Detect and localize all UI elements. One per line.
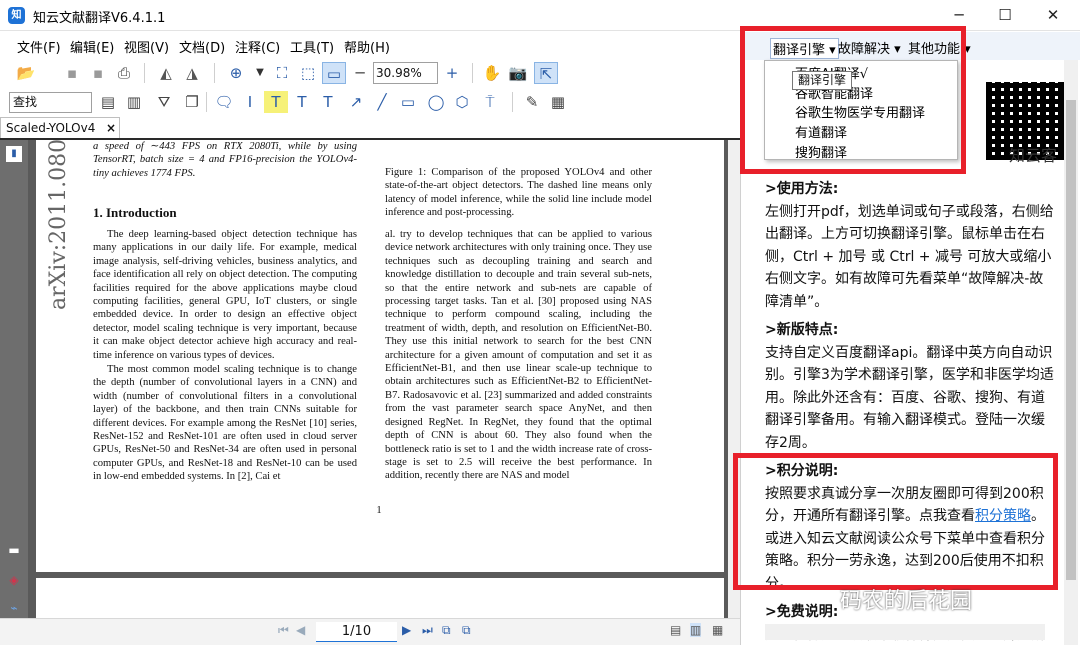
watermark: 码农的后花园 (840, 589, 973, 614)
copy-icon[interactable]: ❐ (180, 91, 204, 113)
toolbar-separator (214, 63, 215, 83)
arrow-icon[interactable]: ↗ (344, 91, 368, 113)
page-history-forward-icon[interactable]: ⧉ (462, 623, 471, 638)
figure-caption: Figure 1: Comparison of the proposed YOL… (385, 167, 652, 219)
two-page-icon[interactable]: ▦ (712, 623, 723, 637)
fit-page-icon[interactable]: ⛶ (270, 62, 294, 84)
menu-annotation[interactable]: 注释(C) (235, 37, 280, 56)
tab-label: Scaled-YOLOv4 (6, 121, 96, 135)
save-all-icon[interactable]: ▪ (86, 62, 110, 84)
stamp-icon[interactable]: ⍑ (478, 91, 502, 113)
comment-icon[interactable]: 🗨 (212, 91, 236, 113)
layers-icon[interactable]: ◈ (6, 572, 22, 588)
bookmark-icon[interactable]: ▮ (6, 146, 22, 162)
actual-size-icon[interactable]: ▭ (322, 62, 346, 84)
continuous-page-icon[interactable]: ▥ (690, 623, 702, 637)
find-next-icon[interactable]: ▥ (122, 91, 146, 113)
highlight-box-menu (740, 26, 966, 174)
section-heading: 1. Introduction (93, 205, 177, 220)
status-bar: ⏮ ◀ 1/10 ▶ ⏭ ⧉ ⧉ ▤ ▥ ▦ (0, 618, 740, 645)
document-viewer[interactable]: arXiv:2011.08036v a speed of ∼443 FPS on… (28, 140, 728, 618)
toolbar-separator (206, 92, 207, 112)
print-icon[interactable]: ⎙ (112, 62, 136, 84)
highlight-icon[interactable]: T (264, 91, 288, 113)
single-page-icon[interactable]: ▤ (670, 623, 681, 637)
translation-hscrollbar[interactable] (765, 624, 1045, 640)
flip-vertical-icon[interactable]: ◮ (180, 62, 204, 84)
line-icon[interactable]: ╱ (370, 91, 394, 113)
zoom-dropdown-icon[interactable]: ▼ (248, 62, 272, 84)
notes-icon[interactable]: ▦ (546, 91, 570, 113)
intro-text: a speed of ∼443 FPS on RTX 2080Ti, while… (93, 141, 357, 179)
features-text: 支持自定义百度翻译api。翻译中英方向自动识别。引擎3为学术翻译引擎，医学和非医… (765, 344, 1054, 451)
menu-file[interactable]: 文件(F) (17, 37, 61, 56)
main-toolbar: 📂 ▪ ▪ ⎙ ◭ ◮ ⊕ ▼ ⛶ ⬚ ▭ ─ 30.98% + ✋ 📷 ⇱ (0, 58, 740, 88)
left-paragraph-1: The deep learning-based object detection… (93, 229, 357, 361)
menu-view[interactable]: 视图(V) (124, 37, 169, 56)
features-heading: >新版特点: (765, 322, 839, 338)
left-paragraph-2: The most common model scaling technique … (93, 364, 357, 483)
menu-tools[interactable]: 工具(T) (290, 37, 334, 56)
tab-document[interactable]: Scaled-YOLOv4 × (0, 117, 120, 139)
first-page-icon[interactable]: ⏮ (278, 623, 289, 638)
translation-scrollbar[interactable] (1064, 60, 1078, 645)
underline-icon[interactable]: T (290, 91, 314, 113)
maximize-button[interactable]: ☐ (982, 0, 1028, 31)
usage-text: 左侧打开pdf，划选单词或句子或段落，右侧给出翻译。上方可切换翻译引擎。鼠标单击… (765, 203, 1054, 310)
save-icon[interactable]: ▪ (60, 62, 84, 84)
polygon-icon[interactable]: ⬡ (450, 91, 474, 113)
edit-icon[interactable]: ✎ (520, 91, 544, 113)
search-input[interactable]: 查找 (9, 92, 92, 113)
select-text-icon[interactable]: ⇱ (534, 62, 558, 84)
hand-tool-icon[interactable]: ✋ (480, 62, 504, 84)
window-title: 知云文献翻译V6.4.1.1 (33, 11, 166, 26)
filter-icon[interactable]: ⛛ (152, 91, 176, 113)
right-paragraph-1: al. try to develop techniques that can b… (385, 229, 652, 482)
usage-heading: >使用方法: (765, 181, 839, 197)
prev-page-icon[interactable]: ◀ (296, 623, 305, 637)
ellipse-icon[interactable]: ◯ (424, 91, 448, 113)
highlight-box-points (733, 453, 1058, 590)
strikeout-icon[interactable]: T (316, 91, 340, 113)
comments-panel-icon[interactable]: ▬ (6, 542, 22, 558)
zoom-in-icon[interactable]: ⊕ (224, 62, 248, 84)
toolbar-separator (512, 92, 513, 112)
page-indicator[interactable]: 1/10 (316, 622, 397, 642)
next-page-icon[interactable]: ▶ (402, 623, 411, 637)
app-icon: 知 (8, 7, 25, 24)
open-folder-icon[interactable]: 📂 (14, 62, 38, 84)
menu-bar: 文件(F) 编辑(E) 视图(V) 文档(D) 注释(C) 工具(T) 帮助(H… (0, 32, 740, 58)
zoom-plus-icon[interactable]: + (440, 62, 464, 84)
menu-document[interactable]: 文档(D) (179, 37, 225, 56)
find-options-icon[interactable]: ▤ (96, 91, 120, 113)
left-sidebar: ▮ ▬ ◈ ⌁ (0, 140, 28, 620)
zoom-level-input[interactable]: 30.98% (373, 62, 438, 84)
menu-edit[interactable]: 编辑(E) (70, 37, 114, 56)
text-select-icon[interactable]: I (238, 91, 262, 113)
flip-horizontal-icon[interactable]: ◭ (154, 62, 178, 84)
zoom-out-icon[interactable]: ─ (348, 62, 372, 84)
annotation-toolbar: 查找 ▤ ▥ ⛛ ❐ 🗨 I T T T ↗ ╱ ▭ ◯ ⬡ ⍑ ✎ ▦ (0, 88, 740, 117)
rectangle-icon[interactable]: ▭ (396, 91, 420, 113)
pdf-page: arXiv:2011.08036v a speed of ∼443 FPS on… (36, 140, 724, 572)
arxiv-stamp: arXiv:2011.08036v (46, 140, 71, 310)
last-page-icon[interactable]: ⏭ (422, 623, 433, 638)
snapshot-icon[interactable]: 📷 (506, 62, 530, 84)
tab-close-icon[interactable]: × (106, 118, 116, 139)
attachment-icon[interactable]: ⌁ (6, 600, 22, 616)
menu-help[interactable]: 帮助(H) (344, 37, 390, 56)
fit-width-icon[interactable]: ⬚ (296, 62, 320, 84)
page-history-icon[interactable]: ⧉ (442, 623, 451, 638)
pdf-page-next (36, 578, 724, 618)
scrollbar-thumb[interactable] (1066, 100, 1076, 580)
toolbar-separator (144, 63, 145, 83)
qr-label: 知云客 (1009, 146, 1058, 165)
close-button[interactable]: ✕ (1030, 0, 1076, 31)
page-number: 1 (376, 505, 382, 516)
toolbar-separator (472, 63, 473, 83)
